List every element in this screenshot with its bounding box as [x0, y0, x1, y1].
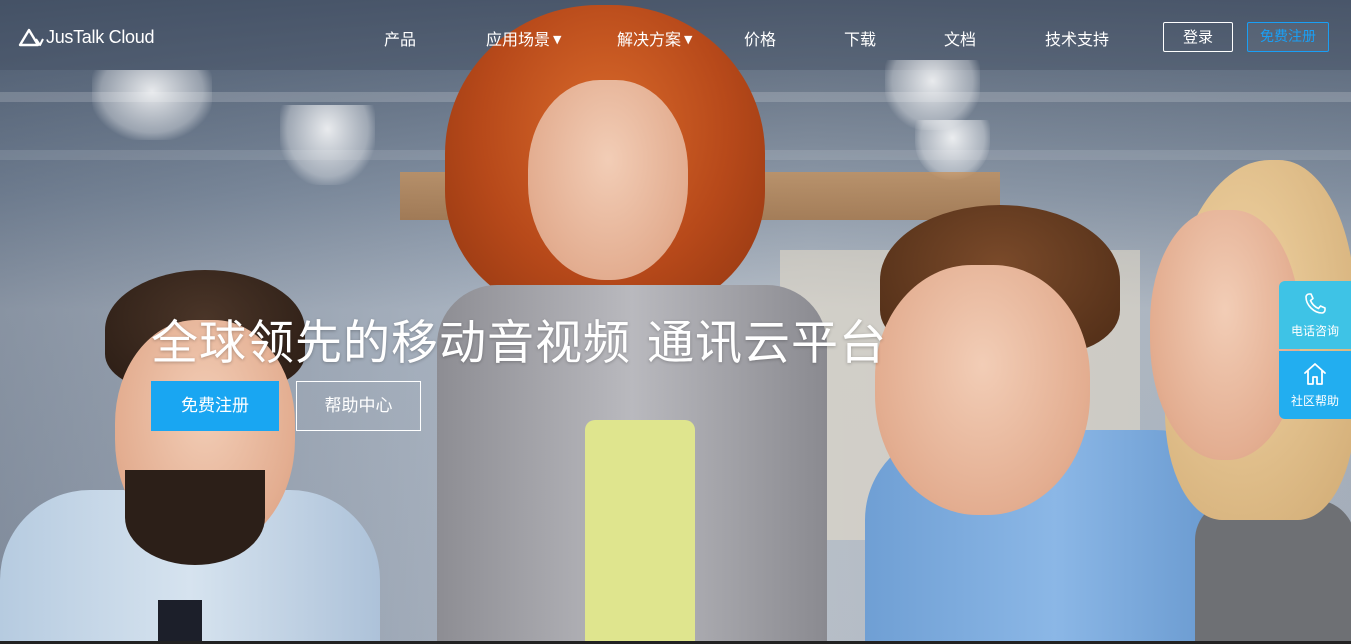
phone-icon: [1305, 293, 1326, 314]
justalk-logo-icon: [18, 28, 44, 47]
logo[interactable]: JusTalk Cloud: [18, 26, 154, 48]
floating-contact-panel: 电话咨询 社区帮助: [1279, 281, 1351, 419]
ceiling-lamp: [92, 70, 212, 140]
nav-item-label: 技术支持: [1045, 30, 1110, 49]
phone-consult-button[interactable]: 电话咨询: [1279, 281, 1351, 349]
community-help-label: 社区帮助: [1290, 394, 1339, 408]
phone-consult-label: 电话咨询: [1290, 324, 1339, 338]
nav-item-solutions[interactable]: 解决方案 ▼: [617, 26, 692, 50]
nav-item-label: 应用场景: [486, 30, 551, 49]
nav-item-label: 产品: [384, 30, 417, 49]
top-navigation: JusTalk Cloud 产品 应用场景 ▼ 解决方案 ▼ 价格 下载 文档 技术…: [0, 0, 1351, 76]
help-center-button[interactable]: 帮助中心: [296, 381, 421, 431]
nav-item-scenarios[interactable]: 应用场景 ▼: [486, 26, 561, 50]
hero-headline: 全球领先的移动音视频 通讯云平台: [151, 316, 887, 371]
nav-item-label: 价格: [744, 30, 777, 49]
nav-item-label: 文档: [944, 30, 977, 49]
nav-item-label: 下载: [844, 30, 877, 49]
ceiling-lamp: [280, 105, 375, 185]
logo-text: JusTalk Cloud: [46, 26, 155, 47]
register-button-top[interactable]: 免费注册: [1247, 22, 1329, 52]
free-register-button[interactable]: 免费注册: [151, 381, 279, 431]
nav-item-products[interactable]: 产品: [384, 26, 416, 50]
nav-item-download[interactable]: 下载: [844, 26, 876, 50]
nav-item-label: 解决方案: [617, 30, 682, 49]
caret-down-icon: ▼: [553, 33, 562, 46]
login-button[interactable]: 登录: [1163, 22, 1233, 52]
home-icon: [1304, 363, 1326, 385]
ceiling-lamp: [915, 120, 990, 180]
caret-down-icon: ▼: [684, 33, 693, 46]
nav-item-pricing[interactable]: 价格: [744, 26, 776, 50]
nav-item-docs[interactable]: 文档: [944, 26, 976, 50]
community-help-button[interactable]: 社区帮助: [1279, 351, 1351, 419]
nav-item-support[interactable]: 技术支持: [1045, 26, 1109, 50]
